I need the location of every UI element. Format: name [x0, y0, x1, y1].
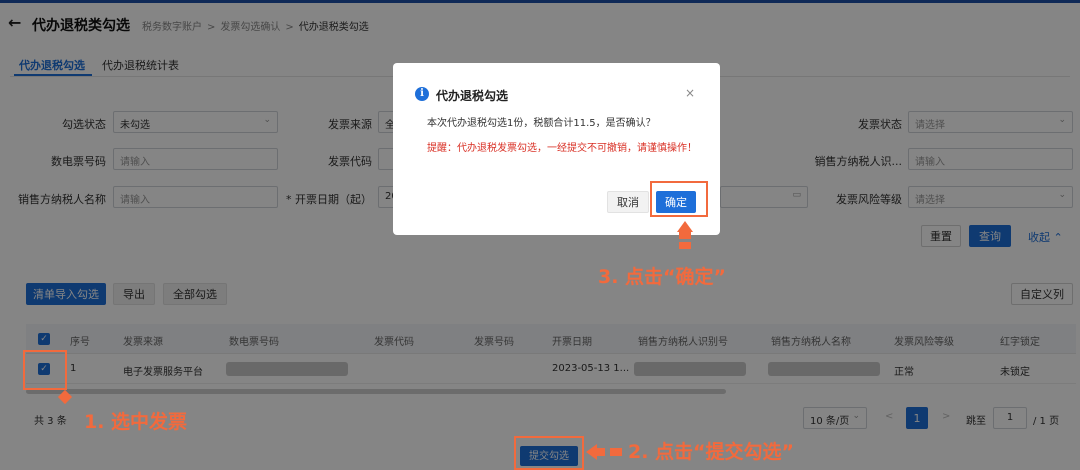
arrow-step3-tail — [679, 242, 691, 249]
highlight-checkbox-box — [23, 350, 67, 390]
highlight-submit-box — [514, 436, 584, 470]
dialog-title: 代办退税勾选 — [436, 89, 509, 103]
annotation-step3: 3. 点击“确定” — [598, 266, 727, 288]
cancel-button[interactable]: 取消 — [607, 191, 649, 213]
arrow-step2-tail — [597, 448, 605, 456]
arrow-step3-tail — [679, 232, 691, 239]
dialog-warning: 提醒：代办退税发票勾选，一经提交不可撤销，请谨慎操作！ — [427, 143, 697, 154]
dialog-message: 本次代办退税勾选1份，税额合计11.5，是否确认？ — [427, 118, 656, 129]
arrow-step2-icon — [586, 444, 597, 460]
arrow-step3-icon — [677, 221, 693, 232]
annotation-step1: 1. 选中发票 — [84, 411, 188, 433]
highlight-confirm-box — [650, 181, 708, 217]
close-icon[interactable]: × — [685, 86, 695, 100]
arrow-step2-tail — [610, 448, 622, 456]
info-icon: i — [415, 87, 429, 101]
annotation-step2: 2. 点击“提交勾选” — [628, 441, 795, 463]
